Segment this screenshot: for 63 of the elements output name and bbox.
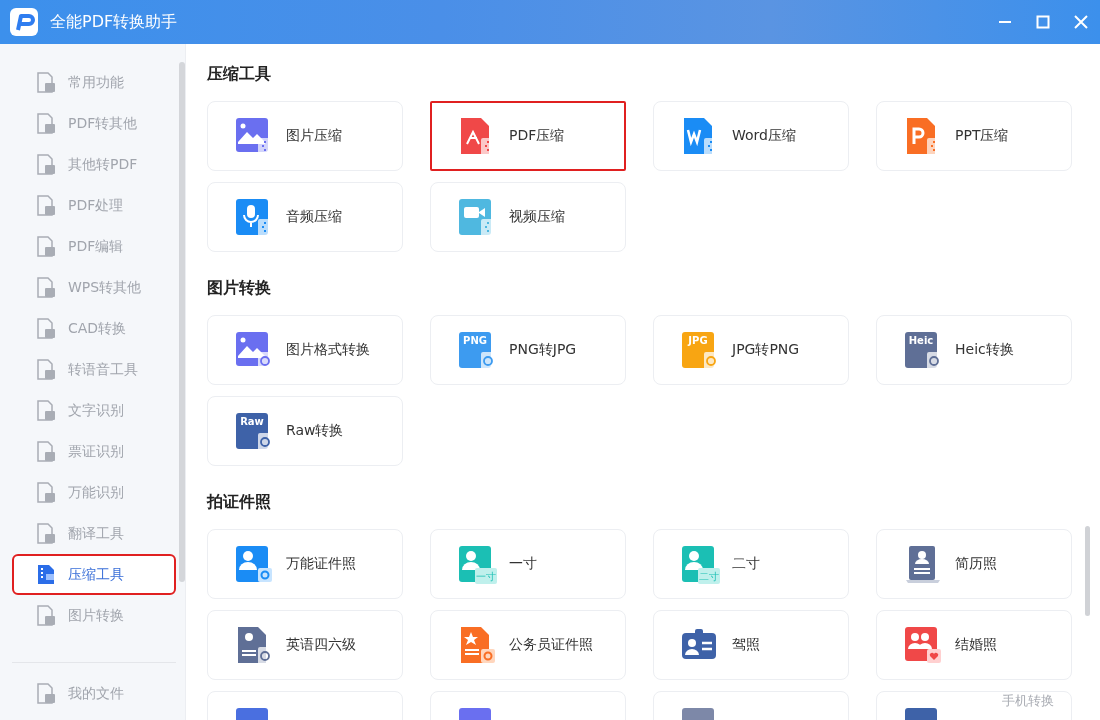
tool-label: 图片格式转换: [286, 341, 370, 359]
document-icon: [36, 317, 56, 340]
tool-card[interactable]: 万能证件照: [207, 529, 403, 599]
window-title: 全能PDF转换助手: [50, 11, 178, 33]
tool-card[interactable]: Raw Raw转换: [207, 396, 403, 466]
document-icon: [36, 235, 56, 258]
document-icon: [36, 71, 56, 94]
document-icon: [36, 153, 56, 176]
tool-card[interactable]: 驾照: [653, 610, 849, 680]
tool-label: 二寸: [732, 555, 760, 573]
tool-card[interactable]: Heic Heic转换: [876, 315, 1072, 385]
section-title: 拍证件照: [207, 492, 272, 513]
zip-file-icon: [36, 563, 56, 586]
tool-label: 公务员证件照: [509, 636, 593, 654]
document-icon: [36, 276, 56, 299]
tool-card[interactable]: 公务员证件照: [430, 610, 626, 680]
document-icon: [36, 440, 56, 463]
tool-label: 图片压缩: [286, 127, 342, 145]
tool-label: PNG转JPG: [509, 341, 577, 359]
scrollbar[interactable]: [179, 62, 185, 582]
tool-card[interactable]: 二寸 二寸: [653, 529, 849, 599]
document-icon: [36, 194, 56, 217]
tool-label: 视频压缩: [509, 208, 565, 226]
document-icon: [36, 358, 56, 381]
close-icon: [1074, 15, 1088, 29]
tool-label: 音频压缩: [286, 208, 342, 226]
tool-card[interactable]: PPT压缩: [876, 101, 1072, 171]
tool-label: PDF压缩: [509, 127, 565, 145]
tool-label: JPG转PNG: [732, 341, 800, 359]
tool-label: 驾照: [732, 636, 760, 654]
tool-card[interactable]: 结婚照: [876, 610, 1072, 680]
tool-card[interactable]: PDF压缩: [430, 101, 626, 171]
maximize-icon: [1036, 15, 1050, 29]
tool-label: PPT压缩: [955, 127, 1009, 145]
tool-label: 一寸: [509, 555, 537, 573]
tool-card[interactable]: 一寸 一寸: [430, 529, 626, 599]
app-logo-icon: [10, 8, 38, 36]
document-icon: [36, 604, 56, 627]
tool-card[interactable]: 英语四六级: [207, 610, 403, 680]
tool-card[interactable]: 音频压缩: [207, 182, 403, 252]
tool-label: 万能证件照: [286, 555, 356, 573]
tool-card[interactable]: 图片格式转换: [207, 315, 403, 385]
tool-card[interactable]: 图片压缩: [207, 101, 403, 171]
tool-label: 简历照: [955, 555, 997, 573]
scrollbar[interactable]: [1085, 526, 1090, 616]
tool-card[interactable]: 简历照: [876, 529, 1072, 599]
tool-label: 结婚照: [955, 636, 997, 654]
tool-card[interactable]: Word压缩: [653, 101, 849, 171]
tool-label: Raw转换: [286, 422, 344, 440]
document-icon: [36, 481, 56, 504]
tool-label: 英语四六级: [286, 636, 356, 654]
document-icon: [36, 682, 56, 705]
sidebar-item[interactable]: 压缩工具: [12, 554, 176, 595]
tool-card[interactable]: JPG JPG转PNG: [653, 315, 849, 385]
tool-card[interactable]: 视频压缩: [430, 182, 626, 252]
document-icon: [36, 399, 56, 422]
document-icon: [36, 112, 56, 135]
section-title: 图片转换: [207, 278, 272, 299]
tool-label: Word压缩: [732, 127, 796, 145]
tool-card[interactable]: PNG PNG转JPG: [430, 315, 626, 385]
document-icon: [36, 522, 56, 545]
tool-label: Heic转换: [955, 341, 1014, 359]
section-title: 压缩工具: [207, 64, 272, 85]
